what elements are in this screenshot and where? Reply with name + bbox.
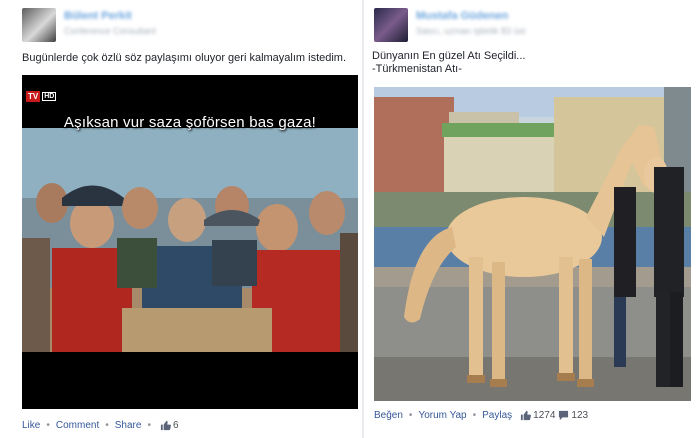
left-post-video[interactable]: TV HD Aşıksan vur saza şoförsen bas gaza… (22, 75, 358, 409)
horse-photo[interactable] (374, 87, 691, 401)
separator-dot: • (408, 410, 413, 421)
share-link[interactable]: Share (115, 420, 142, 431)
left-author-name[interactable]: Bülent Perkit (64, 10, 156, 23)
left-action-bar: Like • Comment • Share • 6 (22, 420, 179, 431)
comment-count-group[interactable]: 123 (558, 410, 588, 421)
channel-logo: TV HD (26, 91, 57, 102)
like-count-group[interactable]: 1274 (520, 410, 555, 421)
like-count: 6 (172, 420, 179, 431)
separator-dot: • (147, 420, 151, 431)
comment-bubble-icon (558, 410, 569, 421)
share-link[interactable]: Paylaş (482, 410, 512, 421)
comment-link[interactable]: Comment (56, 420, 99, 431)
separator-dot: • (46, 420, 50, 431)
right-post-text: Dünyanın En güzel Atı Seçildi... -Türkme… (372, 50, 526, 75)
left-post-card: Bülent Perkit Conference Consultant Bugü… (0, 0, 362, 438)
left-post-author: Bülent Perkit Conference Consultant (22, 8, 156, 42)
like-count-group[interactable]: 6 (160, 420, 179, 431)
left-post-text: Bugünlerde çok özlü söz paylaşımı oluyor… (22, 52, 347, 64)
right-author-avatar[interactable] (374, 8, 408, 42)
left-author-avatar[interactable] (22, 8, 56, 42)
like-link[interactable]: Beğen (374, 410, 403, 421)
like-count: 1274 (533, 410, 556, 421)
left-author-subtitle: Conference Consultant (64, 26, 157, 36)
right-post-card: Mustafa Güdenen Satıcı, uzman işbirlik 8… (364, 0, 700, 438)
film-still-image (22, 128, 358, 352)
thumbs-up-icon (160, 420, 171, 431)
like-link[interactable]: Like (22, 420, 40, 431)
separator-dot: • (105, 420, 109, 431)
right-author-subtitle: Satıcı, uzman işbirlik 83 üst (416, 26, 526, 36)
thumbs-up-icon (520, 410, 532, 421)
channel-logo-tv: TV (26, 91, 41, 102)
channel-logo-hd: HD (42, 92, 57, 101)
separator-dot: • (472, 410, 477, 421)
right-author-name[interactable]: Mustafa Güdenen (416, 10, 526, 23)
right-action-bar: Beğen • Yorum Yap • Paylaş 1274 123 (374, 410, 588, 421)
right-post-author: Mustafa Güdenen Satıcı, uzman işbirlik 8… (374, 8, 526, 42)
video-subtitle: Aşıksan vur saza şoförsen bas gaza! (63, 114, 317, 131)
comment-link[interactable]: Yorum Yap (418, 410, 466, 421)
comment-count: 123 (571, 410, 589, 421)
